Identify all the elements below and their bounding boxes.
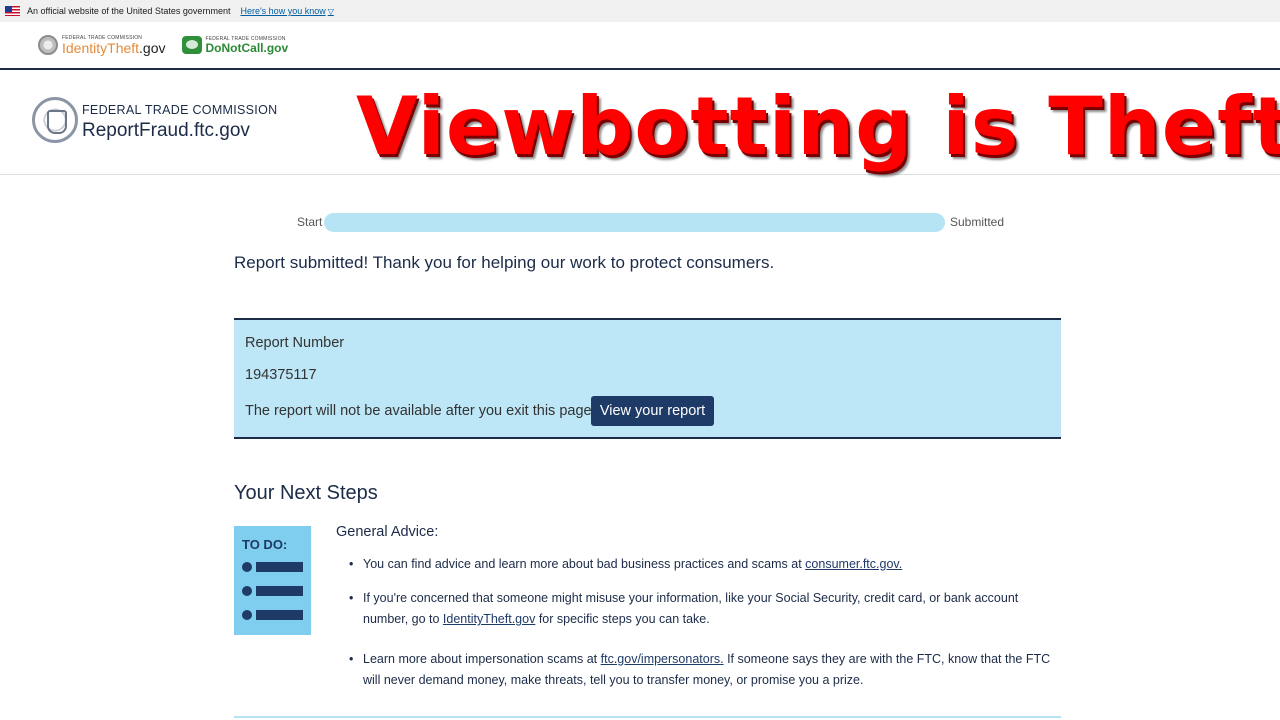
identitytheft-logo-link[interactable]: FEDERAL TRADE COMMISSION IdentityTheft.g… (38, 35, 166, 55)
gov-banner: An official website of the United States… (0, 0, 1280, 22)
report-availability-note: The report will not be available after y… (245, 403, 596, 419)
confirmation-message: Report submitted! Thank you for helping … (234, 253, 775, 272)
todo-list-icon: TO DO: (234, 526, 311, 635)
identitytheft-name-part1: IdentityTheft (62, 39, 140, 56)
report-number-value: 194375117 (245, 367, 317, 383)
advice-item: • You can find advice and learn more abo… (349, 554, 1061, 575)
us-flag-icon (5, 6, 20, 16)
donotcall-logo-link[interactable]: FEDERAL TRADE COMMISSION DoNotCall.gov (181, 36, 289, 55)
donotcall-phone-icon (181, 36, 202, 54)
heres-how-you-know-label: Here's how you know (240, 6, 326, 16)
view-report-button[interactable]: View your report (591, 396, 714, 426)
partner-logos-bar: FEDERAL TRADE COMMISSION IdentityTheft.g… (0, 22, 1280, 68)
progress-start-label: Start (297, 215, 323, 229)
general-advice-heading: General Advice: (336, 524, 439, 540)
site-header: FEDERAL TRADE COMMISSION ReportFraud.ftc… (0, 70, 1280, 175)
ftc-seal-icon[interactable] (32, 97, 78, 143)
advice-text: Learn more about impersonation scams at (363, 652, 601, 666)
bullet: • (349, 591, 354, 605)
gov-banner-text: An official website of the United States… (27, 6, 231, 16)
next-steps-heading: Your Next Steps (234, 482, 378, 504)
advice-text: You can find advice and learn more about… (363, 557, 806, 571)
identitytheft-link[interactable]: IdentityTheft.gov (443, 612, 535, 626)
heres-how-you-know-link[interactable]: Here's how you know ▽ (240, 6, 333, 16)
bullet: • (349, 652, 354, 666)
impersonators-link[interactable]: ftc.gov/impersonators. (601, 652, 724, 666)
progress-bar (324, 213, 945, 232)
identitytheft-name: IdentityTheft.gov (62, 41, 166, 55)
advice-item: • If you're concerned that someone might… (349, 588, 1061, 630)
chevron-down-icon: ▽ (327, 6, 334, 16)
ftc-seal-icon (38, 35, 58, 55)
report-summary-box: Report Number 194375117 The report will … (234, 318, 1061, 439)
advice-item: • Learn more about impersonation scams a… (349, 649, 1061, 691)
progress-end-label: Submitted (950, 215, 1005, 229)
section-divider (234, 716, 1061, 718)
donotcall-name: DoNotCall.gov (205, 40, 289, 55)
site-name-link[interactable]: ReportFraud.ftc.gov (82, 120, 250, 142)
overlay-title: Viewbotting is Theft (356, 80, 1280, 173)
identitytheft-name-part2: .gov (139, 39, 166, 56)
advice-text-after: for specific steps you can take. (535, 612, 710, 626)
todo-line (242, 610, 304, 620)
todo-line (242, 562, 304, 572)
consumer-ftc-link[interactable]: consumer.ftc.gov. (805, 557, 902, 571)
report-number-label: Report Number (245, 335, 345, 351)
todo-label: TO DO: (242, 537, 288, 552)
bullet: • (349, 557, 354, 571)
todo-line (242, 586, 304, 596)
agency-name: FEDERAL TRADE COMMISSION (82, 103, 278, 117)
